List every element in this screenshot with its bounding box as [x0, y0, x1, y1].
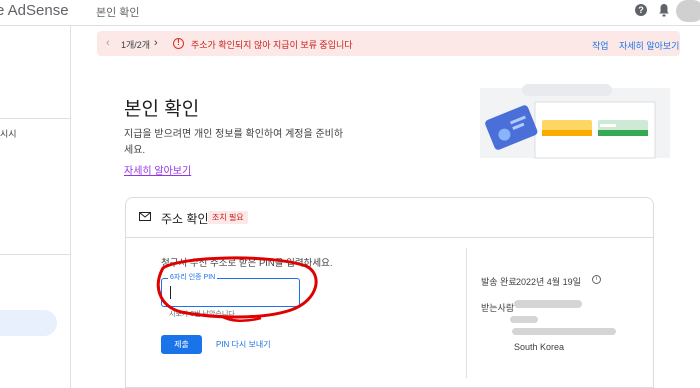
page-description: 지급을 받으려면 개인 정보를 확인하여 계정을 준비하세요. [124, 129, 344, 156]
redacted-address-line [510, 316, 538, 323]
sent-label: 발송 완료 [481, 277, 517, 287]
pin-attempts-hint: 시도가 3번 남았습니다 [169, 311, 235, 318]
chevron-left-icon[interactable]: ‹ [106, 37, 110, 49]
sidebar-divider [0, 118, 70, 119]
brand-name[interactable]: e AdSense [0, 2, 69, 19]
recipient-country: South Korea [514, 342, 565, 352]
submit-button[interactable]: 제출 [161, 335, 202, 354]
help-icon[interactable]: ? [635, 4, 647, 16]
top-bar: e AdSense 본인 확인 ? [0, 0, 700, 26]
card-divider [466, 248, 467, 378]
alert-banner: ‹ 1개/2개 › ! 주소가 확인되지 않아 지급이 보류 중입니다 작업 자… [97, 31, 680, 56]
card-title: 주소 확인 [161, 212, 209, 226]
page-title: 본인 확인 [124, 99, 200, 120]
sidebar-item-label[interactable]: 시시 [0, 127, 17, 140]
mail-icon [139, 212, 151, 221]
error-icon: ! [173, 38, 184, 49]
adsense-page: e AdSense 본인 확인 ? 시시 ‹ 1개/2개 › ! 주소가 확인되… [0, 0, 700, 388]
bell-icon[interactable] [658, 3, 670, 17]
pin-input-label: 6자리 인증 PIN [168, 272, 218, 282]
address-verification-card: 주소 확인 조치 필요 청구서 수신 주소로 받은 PIN을 입력하세요. 6자… [125, 197, 654, 388]
avatar[interactable] [676, 0, 700, 22]
alert-action-button[interactable]: 작업 [592, 39, 609, 52]
resend-pin-button[interactable]: PIN 다시 보내기 [216, 339, 271, 350]
learn-more-link[interactable]: 자세히 알아보기 [124, 162, 191, 177]
alert-message: 주소가 확인되지 않아 지급이 보류 중입니다 [191, 40, 353, 50]
sidebar-divider [0, 254, 70, 255]
pin-input[interactable] [161, 278, 300, 307]
info-icon[interactable]: i [592, 275, 601, 284]
recipient-label: 받는사람 [481, 303, 515, 313]
redacted-address-line [514, 300, 582, 308]
redacted-address-line [512, 328, 616, 335]
sidebar-item-active[interactable] [0, 310, 57, 336]
chevron-right-icon[interactable]: › [154, 37, 158, 49]
alert-pager: 1개/2개 [121, 40, 151, 50]
sent-date: 2022년 4월 19일 [516, 277, 581, 287]
status-badge: 조치 필요 [208, 211, 248, 224]
alert-learn-more-link[interactable]: 자세히 알아보기 [619, 39, 679, 52]
sidebar: 시시 [0, 26, 71, 388]
text-caret [170, 286, 171, 299]
page-name: 본인 확인 [96, 7, 140, 19]
pin-instruction: 청구서 수신 주소로 받은 PIN을 입력하세요. [161, 258, 333, 269]
card-header: 주소 확인 조치 필요 [126, 198, 653, 238]
verification-illustration [480, 84, 670, 159]
